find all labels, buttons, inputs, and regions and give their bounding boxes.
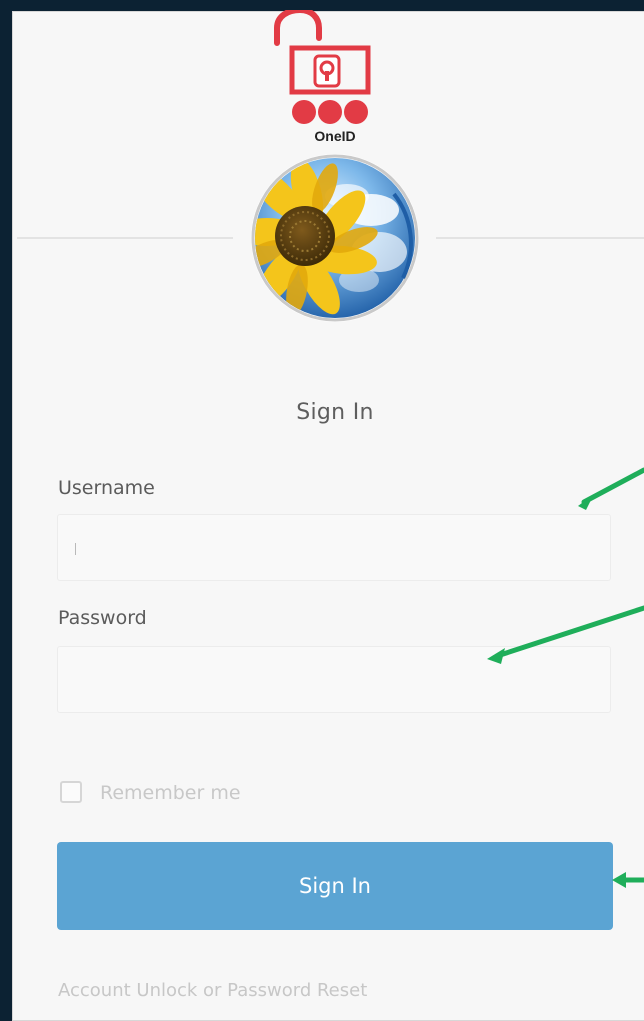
account-unlock-link[interactable]: Account Unlock or Password Reset: [58, 980, 367, 1001]
header-divider-right: [436, 237, 644, 239]
user-avatar: [251, 154, 419, 322]
remember-me-checkbox[interactable]: [60, 781, 82, 803]
text-caret: [75, 543, 76, 555]
header-divider-left: [17, 237, 233, 239]
password-field[interactable]: [57, 646, 611, 713]
username-label: Username: [58, 477, 155, 499]
password-label: Password: [58, 607, 147, 629]
remember-me-label[interactable]: Remember me: [100, 782, 241, 804]
username-field[interactable]: [57, 514, 611, 581]
page-title: Sign In: [296, 400, 374, 425]
oneid-logo-text: OneID: [314, 128, 356, 144]
sign-in-button[interactable]: Sign In: [57, 842, 613, 930]
